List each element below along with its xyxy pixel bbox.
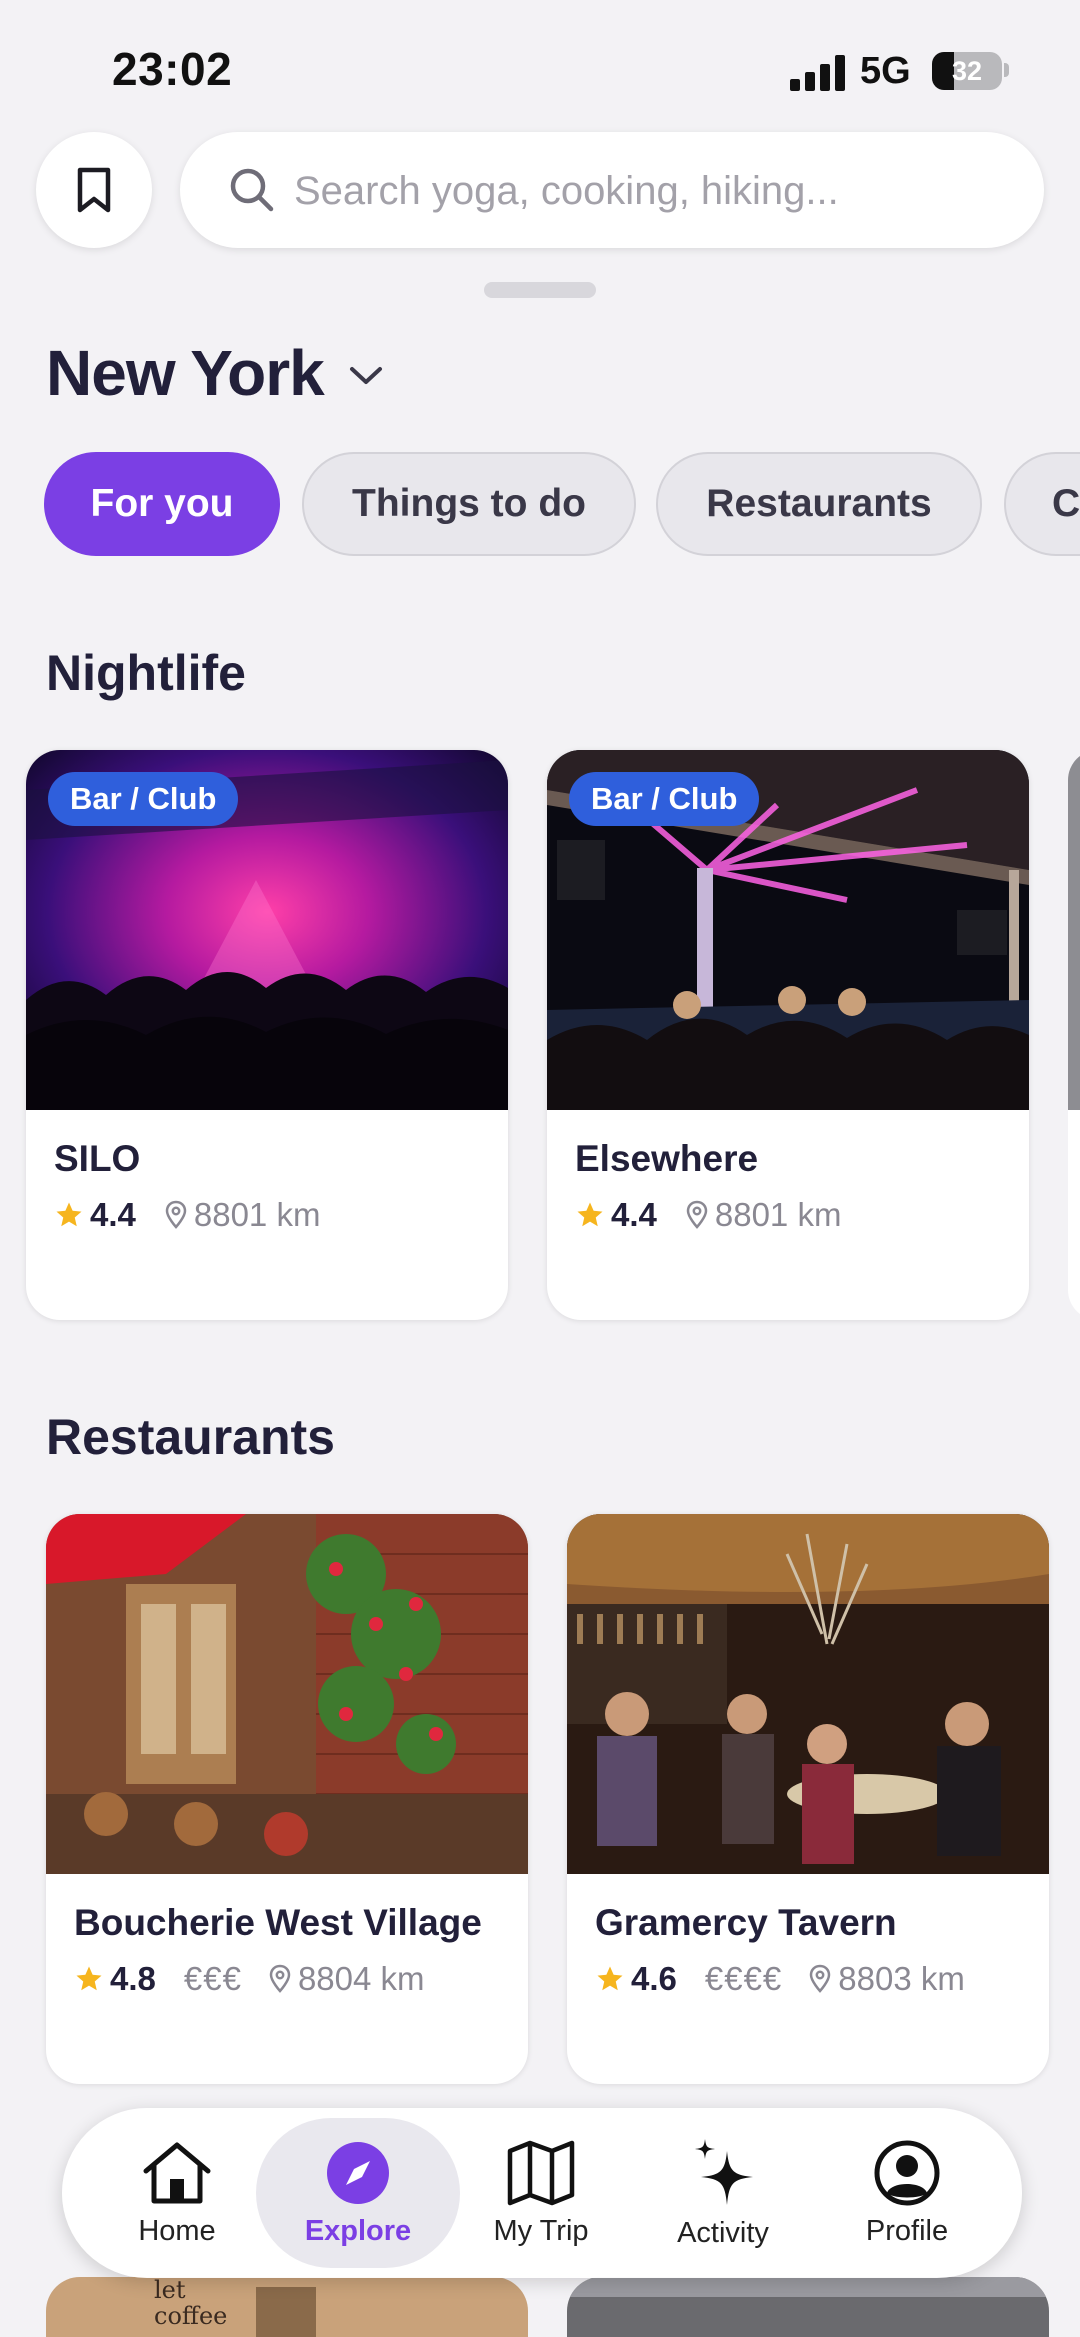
battery-icon: 32: [932, 52, 1002, 90]
city-name: New York: [46, 337, 325, 409]
cafe-photo-detail: [256, 2287, 316, 2337]
place-meta: 4.8 €€€ 8804 km: [74, 1960, 425, 1998]
place-price: €€€€: [704, 1960, 783, 1997]
nav-label: Activity: [677, 2216, 769, 2249]
nav-label: Explore: [304, 2214, 412, 2247]
map-icon: [507, 2140, 575, 2205]
category-badge: Bar / Club: [48, 772, 239, 826]
city-selector[interactable]: New York: [46, 336, 384, 410]
place-price: €€€: [183, 1960, 242, 1997]
place-distance: 8801 km: [714, 1196, 842, 1233]
place-meta: 4.4 8801 km: [575, 1196, 841, 1234]
sheet-drag-handle[interactable]: [484, 282, 596, 298]
place-distance: 8801 km: [193, 1196, 321, 1233]
star-icon: [577, 1202, 603, 1227]
signal-icon: [790, 55, 846, 91]
place-rating: 4.6: [631, 1960, 677, 1997]
nav-home[interactable]: Home: [82, 2118, 272, 2268]
cafe-sign-text: let coffee: [154, 2277, 228, 2330]
location-pin-icon: [810, 1964, 831, 1993]
section-title-restaurants: Restaurants: [46, 1409, 335, 1465]
cafe-card-peek[interactable]: let coffee: [46, 2277, 528, 2337]
search-icon: [230, 168, 274, 212]
search-input[interactable]: [292, 152, 1016, 230]
place-distance: 8803 km: [838, 1960, 965, 1997]
battery-tip: [1004, 63, 1009, 77]
chip-for-you[interactable]: For you: [44, 452, 280, 556]
place-rating: 4.4: [611, 1196, 657, 1233]
cafe-photo-detail: [567, 2277, 1049, 2297]
saved-bookmark-button[interactable]: [36, 132, 152, 248]
nav-label: My Trip: [493, 2214, 589, 2247]
bottom-navigation: Home Explore My Trip Activity Profile: [62, 2108, 1022, 2278]
place-meta: 4.4 8801 km: [54, 1196, 320, 1234]
next-card-peek[interactable]: [1068, 750, 1080, 1320]
battery-percent: 32: [951, 56, 983, 86]
chip-partial[interactable]: C: [1004, 452, 1080, 556]
category-filter-chips: For you Things to do Restaurants C: [44, 452, 1080, 558]
place-card-boucherie[interactable]: Boucherie West Village 4.8 €€€ 8804 km: [46, 1514, 528, 2084]
sparkle-icon: [695, 2138, 753, 2205]
place-photo: [567, 1514, 1049, 1874]
network-type: 5G: [860, 50, 911, 92]
place-name: Boucherie West Village: [74, 1902, 482, 1943]
star-icon: [56, 1202, 82, 1227]
nav-label: Home: [138, 2214, 216, 2247]
compass-icon: [327, 2141, 389, 2204]
place-meta: 4.6 €€€€ 8803 km: [595, 1960, 965, 1998]
search-bar[interactable]: [180, 132, 1044, 248]
place-name: Elsewhere: [575, 1138, 759, 1179]
place-name: Gramercy Tavern: [595, 1902, 897, 1943]
star-icon: [597, 1966, 623, 1991]
place-rating: 4.4: [90, 1196, 136, 1233]
nav-my-trip[interactable]: My Trip: [446, 2118, 636, 2268]
nav-explore[interactable]: Explore: [256, 2118, 460, 2268]
chip-restaurants[interactable]: Restaurants: [656, 452, 982, 556]
location-pin-icon: [165, 1200, 187, 1229]
place-rating: 4.8: [110, 1960, 156, 1997]
status-bar: 23:02 5G 32: [0, 0, 1080, 130]
section-title-nightlife: Nightlife: [46, 645, 246, 701]
place-card-silo[interactable]: Bar / Club SILO 4.4 8801 km: [26, 750, 508, 1320]
location-pin-icon: [686, 1200, 708, 1229]
location-pin-icon: [269, 1964, 291, 1993]
place-name: SILO: [54, 1138, 141, 1179]
chevron-down-icon: [349, 367, 382, 384]
status-time: 23:02: [112, 43, 233, 95]
category-badge: Bar / Club: [569, 772, 760, 826]
chip-things-to-do[interactable]: Things to do: [302, 452, 636, 556]
place-card-gramercy-tavern[interactable]: Gramercy Tavern 4.6 €€€€ 8803 km: [567, 1514, 1049, 2084]
home-icon: [143, 2142, 211, 2203]
nav-activity[interactable]: Activity: [628, 2118, 818, 2268]
star-icon: [76, 1966, 102, 1991]
profile-icon: [874, 2140, 940, 2205]
nav-profile[interactable]: Profile: [812, 2118, 1002, 2268]
place-photo: [46, 1514, 528, 1874]
bookmark-icon: [77, 167, 111, 213]
place-distance: 8804 km: [297, 1960, 425, 1997]
nav-label: Profile: [865, 2214, 949, 2247]
cafe-card-peek-2[interactable]: [567, 2277, 1049, 2337]
place-card-elsewhere[interactable]: Bar / Club Elsewhere 4.4 8801 km: [547, 750, 1029, 1320]
